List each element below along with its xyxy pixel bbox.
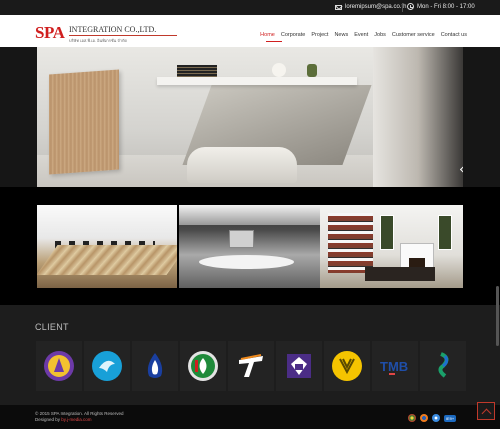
nav-contact-us[interactable]: Contact us	[441, 32, 467, 38]
thumb-ceiling	[179, 205, 320, 225]
designed-by-label: Designed by	[35, 417, 61, 422]
thumb-wood-table	[37, 245, 177, 275]
tmb-wordmark-icon: TMB	[380, 359, 408, 375]
hero-slider[interactable]	[37, 47, 463, 187]
project-gallery	[0, 187, 500, 305]
copyright-block: © 2015 SPA Integration. All Rights Reser…	[35, 411, 124, 423]
nav-jobs[interactable]: Jobs	[374, 32, 386, 38]
page-scrollbar[interactable]	[496, 286, 499, 346]
hours-text: Mon - Fri 8:00 - 17:00	[417, 4, 475, 10]
nav-customer-service[interactable]: Customer service	[392, 32, 435, 38]
nav-event[interactable]: Event	[354, 32, 368, 38]
office-hours: Mon - Fri 8:00 - 17:00	[407, 3, 475, 10]
client-logo-tmb[interactable]: TMB	[372, 341, 418, 391]
clock-icon	[407, 3, 414, 10]
client-logo-krungsri[interactable]	[324, 341, 370, 391]
thumb-screen	[229, 230, 254, 248]
thumb-sofa	[365, 267, 435, 281]
krungthai-bird-icon	[92, 351, 122, 381]
krungsri-icon	[332, 351, 362, 381]
thumb-white-table	[199, 255, 294, 269]
kasikorn-leaf-icon	[188, 351, 218, 381]
designer-line: Designed by by.j-media.com	[35, 417, 124, 423]
tmb-text: TMB	[380, 359, 408, 374]
hero-wood-panel	[49, 69, 119, 175]
top-bar: loremipsum@spa.co.th Mon - Fri 8:00 - 17…	[0, 0, 500, 15]
nav-project[interactable]: Project	[311, 32, 328, 38]
hero-right-shade	[373, 47, 463, 187]
designer-link[interactable]: by.j-media.com	[61, 417, 91, 422]
client-logo-standard-chartered[interactable]	[420, 341, 466, 391]
back-to-top-button[interactable]	[477, 402, 495, 420]
browser-support: IE9+	[408, 414, 456, 422]
client-logo-krungthai[interactable]	[84, 341, 130, 391]
thumb-bookshelf	[328, 213, 373, 273]
t-brand-icon	[239, 354, 263, 377]
bangkok-bank-icon	[147, 353, 163, 378]
royal-emblem-icon	[44, 351, 74, 381]
firefox-icon	[420, 414, 428, 422]
hero-vase	[272, 63, 286, 77]
hero-shelf	[157, 77, 357, 85]
site-header: SPA INTEGRATION CO.,LTD. บริษัท เอส.พี.เ…	[0, 15, 500, 47]
main-nav: Home Corporate Project News Event Jobs C…	[260, 32, 467, 38]
gallery-thumb-meeting-room[interactable]	[179, 205, 320, 288]
gallery-thumb-living-room[interactable]	[320, 205, 463, 288]
client-logo-royal[interactable]	[36, 341, 82, 391]
standard-chartered-icon	[438, 352, 449, 378]
thumb-window-left	[380, 215, 394, 250]
thumb-window-right	[438, 215, 452, 250]
mail-icon	[335, 4, 342, 10]
logo-text: INTEGRATION CO.,LTD.	[69, 25, 157, 34]
logo-rule	[69, 35, 177, 36]
company-logo[interactable]: SPA INTEGRATION CO.,LTD. บริษัท เอส.พี.เ…	[35, 23, 177, 43]
chrome-icon	[408, 414, 416, 422]
client-logo-bangkok-bank[interactable]	[132, 341, 178, 391]
topbar-divider	[402, 3, 403, 12]
nav-news[interactable]: News	[334, 32, 348, 38]
scb-emblem-icon	[287, 354, 311, 378]
client-logo-scb[interactable]	[276, 341, 322, 391]
nav-active-indicator	[266, 41, 282, 42]
safari-icon	[432, 414, 440, 422]
nav-corporate[interactable]: Corporate	[281, 32, 305, 38]
email-contact[interactable]: loremipsum@spa.co.th	[335, 4, 406, 10]
client-logo-list: TMB	[36, 341, 466, 391]
hero-books	[177, 65, 217, 77]
client-section: CLIENT TMB	[0, 305, 500, 405]
logo-thai-text: บริษัท เอส.พี.เอ. อินทิเกรชั่น จำกัด	[69, 38, 128, 43]
nav-home[interactable]: Home	[260, 32, 275, 38]
gallery-thumb-conference-room[interactable]	[37, 205, 177, 288]
hero-chair	[187, 147, 297, 183]
site-footer: © 2015 SPA Integration. All Rights Reser…	[0, 405, 500, 429]
client-heading: CLIENT	[35, 322, 69, 332]
client-logo-t[interactable]	[228, 341, 274, 391]
email-text[interactable]: loremipsum@spa.co.th	[345, 4, 406, 10]
hero-bottle	[307, 64, 317, 77]
logo-mark: SPA	[35, 23, 65, 42]
page: loremipsum@spa.co.th Mon - Fri 8:00 - 17…	[0, 0, 500, 429]
ie-icon: IE9+	[444, 414, 456, 422]
client-logo-kasikorn[interactable]	[180, 341, 226, 391]
